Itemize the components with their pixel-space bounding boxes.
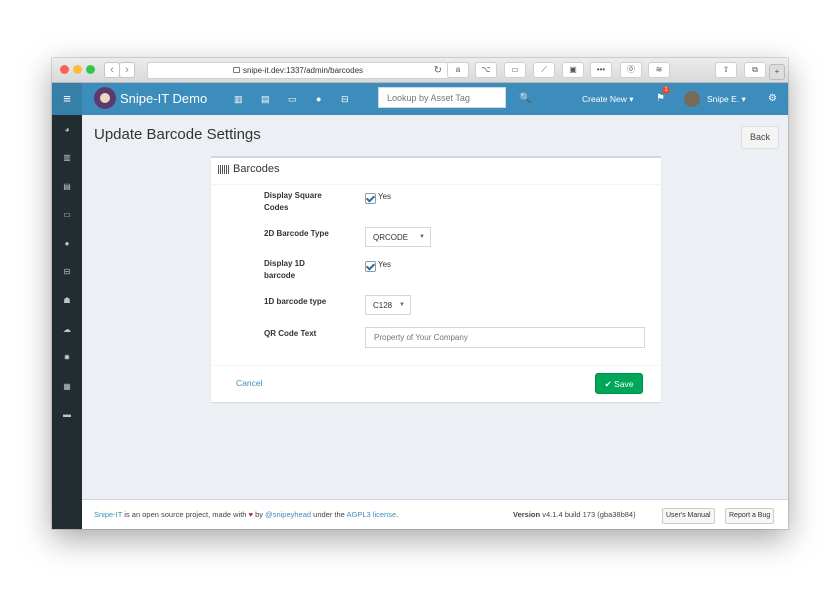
keyboard-icon[interactable]: ▭ bbox=[504, 62, 526, 78]
barcode-2d-type-select[interactable]: QRCODE ▼ bbox=[365, 227, 431, 247]
back-button[interactable]: Back bbox=[741, 126, 779, 149]
layers-icon[interactable]: ≋ bbox=[648, 62, 670, 78]
amazon-icon[interactable]: a bbox=[447, 62, 469, 78]
brand-name[interactable]: Snipe-IT Demo bbox=[120, 83, 207, 115]
new-tab-button[interactable]: + bbox=[769, 64, 785, 80]
sidebar: ◕ ▥ ▤ ▭ ● ⊟ ☗ ☁ ✹ ▦ ▬ bbox=[52, 115, 82, 529]
tabs-icon[interactable]: ⧉ bbox=[744, 62, 766, 78]
reload-icon[interactable]: ↻ bbox=[434, 63, 442, 78]
browser-forward-button[interactable]: › bbox=[119, 62, 135, 78]
chevron-down-icon: ▼ bbox=[399, 302, 405, 308]
barcode-2d-type-label: 2D Barcode Type bbox=[264, 229, 329, 238]
brand-logo[interactable] bbox=[94, 87, 116, 109]
display-1d-label: Display 1D barcode bbox=[264, 259, 305, 280]
qr-code-text-label: QR Code Text bbox=[264, 329, 317, 338]
sidebar-toggle-icon[interactable]: ≡ bbox=[52, 83, 82, 115]
browser-back-button[interactable]: ‹ bbox=[104, 62, 120, 78]
reports-icon[interactable]: ▦ bbox=[52, 382, 82, 391]
box-title: Barcodes bbox=[233, 163, 280, 175]
author-link[interactable]: @snipeyhead bbox=[265, 510, 311, 519]
search-icon[interactable]: 🔍 bbox=[519, 83, 531, 115]
users-icon[interactable]: ☗ bbox=[52, 296, 82, 305]
url-text: snipe-it.dev:1337/admin/barcodes bbox=[242, 66, 364, 75]
create-new-dropdown[interactable]: Create New ▾ bbox=[582, 83, 634, 115]
nav-assets-icon[interactable]: ▥ bbox=[234, 83, 243, 115]
box-header: Barcodes bbox=[211, 158, 661, 185]
option-icon[interactable]: ⌥ bbox=[475, 62, 497, 78]
page-footer: Snipe-IT is an open source project, made… bbox=[82, 499, 788, 529]
browser-window: ‹ › snipe-it.dev:1337/admin/barcodes ↻ a… bbox=[52, 58, 788, 529]
avatar[interactable] bbox=[684, 91, 700, 107]
accessories-icon[interactable]: ▭ bbox=[52, 210, 82, 219]
nav-licenses-icon[interactable]: ▤ bbox=[261, 83, 270, 115]
save-button[interactable]: ✔ Save bbox=[595, 373, 643, 394]
users-manual-button[interactable]: User's Manual bbox=[662, 508, 715, 524]
barcode-1d-type-label: 1D barcode type bbox=[264, 297, 327, 306]
cancel-link[interactable]: Cancel bbox=[236, 378, 262, 388]
nav-components-icon[interactable]: ⊟ bbox=[341, 83, 349, 115]
display-1d-yes-label: Yes bbox=[378, 260, 392, 269]
browser-toolbar: ‹ › snipe-it.dev:1337/admin/barcodes ↻ a… bbox=[52, 58, 788, 83]
barcode-1d-type-select[interactable]: C128 ▼ bbox=[365, 295, 411, 315]
chevron-down-icon: ▼ bbox=[419, 234, 425, 240]
user-menu-dropdown[interactable]: Snipe E. ▾ bbox=[707, 83, 746, 115]
address-bar[interactable]: snipe-it.dev:1337/admin/barcodes ↻ bbox=[147, 62, 449, 79]
barcode-settings-box: Barcodes Display Square Codes Yes 2D Barc… bbox=[211, 156, 661, 402]
report-bug-button[interactable]: Report a Bug bbox=[725, 508, 775, 524]
close-window-button[interactable] bbox=[60, 65, 69, 74]
maximize-window-button[interactable] bbox=[86, 65, 95, 74]
display-square-yes-label: Yes bbox=[378, 192, 392, 201]
asset-tag-search-input[interactable] bbox=[378, 87, 506, 108]
pin-icon[interactable]: ⟋ bbox=[533, 62, 555, 78]
settings-gear-icon[interactable]: ⚙ bbox=[768, 83, 777, 115]
lock-icon bbox=[232, 67, 240, 73]
settings-icon[interactable]: ✹ bbox=[52, 353, 82, 362]
lock-icon[interactable]: ▣ bbox=[562, 62, 584, 78]
nav-accessories-icon[interactable]: ▭ bbox=[288, 83, 297, 115]
display-1d-checkbox[interactable] bbox=[365, 261, 376, 272]
dashboard-icon[interactable]: ◕ bbox=[52, 125, 82, 134]
display-square-label: Display Square Codes bbox=[264, 191, 322, 212]
box-footer: Cancel ✔ Save bbox=[211, 365, 661, 403]
password-dots-icon[interactable]: ••• bbox=[590, 62, 612, 78]
licenses-icon[interactable]: ▤ bbox=[52, 182, 82, 191]
barcode-icon bbox=[218, 165, 229, 174]
display-square-checkbox[interactable] bbox=[365, 193, 376, 204]
components-icon[interactable]: ⊟ bbox=[52, 267, 82, 276]
snipeit-link[interactable]: Snipe-IT bbox=[94, 510, 122, 519]
version-text: Version v4.1.4 build 173 (gba38b84) bbox=[513, 510, 636, 519]
share-icon[interactable]: ⇧ bbox=[715, 62, 737, 78]
import-icon[interactable]: ☁ bbox=[52, 325, 82, 334]
license-link[interactable]: AGPL3 license bbox=[347, 510, 397, 519]
onepassword-icon[interactable]: ⓪ bbox=[620, 62, 642, 78]
assets-icon[interactable]: ▥ bbox=[52, 153, 82, 162]
notification-badge: 1 bbox=[662, 86, 670, 94]
consumables-icon[interactable]: ● bbox=[52, 239, 82, 248]
minimize-window-button[interactable] bbox=[73, 65, 82, 74]
requestable-icon[interactable]: ▬ bbox=[52, 410, 82, 419]
page-title: Update Barcode Settings bbox=[94, 126, 261, 143]
qr-code-text-input[interactable] bbox=[365, 327, 645, 348]
footer-credits: Snipe-IT is an open source project, made… bbox=[94, 510, 399, 519]
top-navbar: ≡ Snipe-IT Demo ▥ ▤ ▭ ● ⊟ 🔍 Create New ▾… bbox=[52, 83, 788, 115]
nav-consumables-icon[interactable]: ● bbox=[316, 83, 321, 115]
